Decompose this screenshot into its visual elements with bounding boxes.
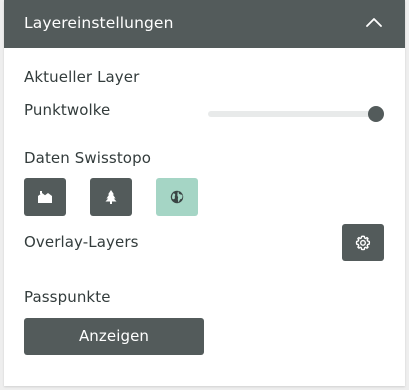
globe-icon bbox=[170, 190, 184, 204]
gear-icon bbox=[355, 235, 371, 250]
overlay-layers-label: Overlay-Layers bbox=[24, 233, 139, 251]
point-cloud-label: Punktwolke bbox=[24, 101, 111, 119]
swisstopo-heading: Daten Swisstopo bbox=[24, 149, 151, 167]
overlay-settings-button[interactable] bbox=[342, 224, 384, 261]
chevron-up-icon[interactable] bbox=[365, 16, 383, 28]
panel-header[interactable]: Layereinstellungen bbox=[4, 0, 405, 48]
slider-track bbox=[208, 111, 376, 117]
tree-icon bbox=[105, 190, 117, 204]
slider-thumb[interactable] bbox=[368, 106, 384, 122]
current-layer-heading: Aktueller Layer bbox=[24, 68, 140, 86]
swisstopo-buildings-button[interactable] bbox=[24, 178, 66, 216]
buildings-icon bbox=[38, 191, 52, 203]
swisstopo-globe-button[interactable] bbox=[156, 178, 198, 216]
swisstopo-trees-button[interactable] bbox=[90, 178, 132, 216]
layer-settings-panel: Layereinstellungen Aktueller Layer Punkt… bbox=[4, 0, 405, 386]
panel-title: Layereinstellungen bbox=[24, 14, 174, 32]
control-points-label: Passpunkte bbox=[24, 288, 111, 306]
point-cloud-slider[interactable] bbox=[208, 106, 384, 122]
show-control-points-button[interactable]: Anzeigen bbox=[24, 318, 204, 355]
